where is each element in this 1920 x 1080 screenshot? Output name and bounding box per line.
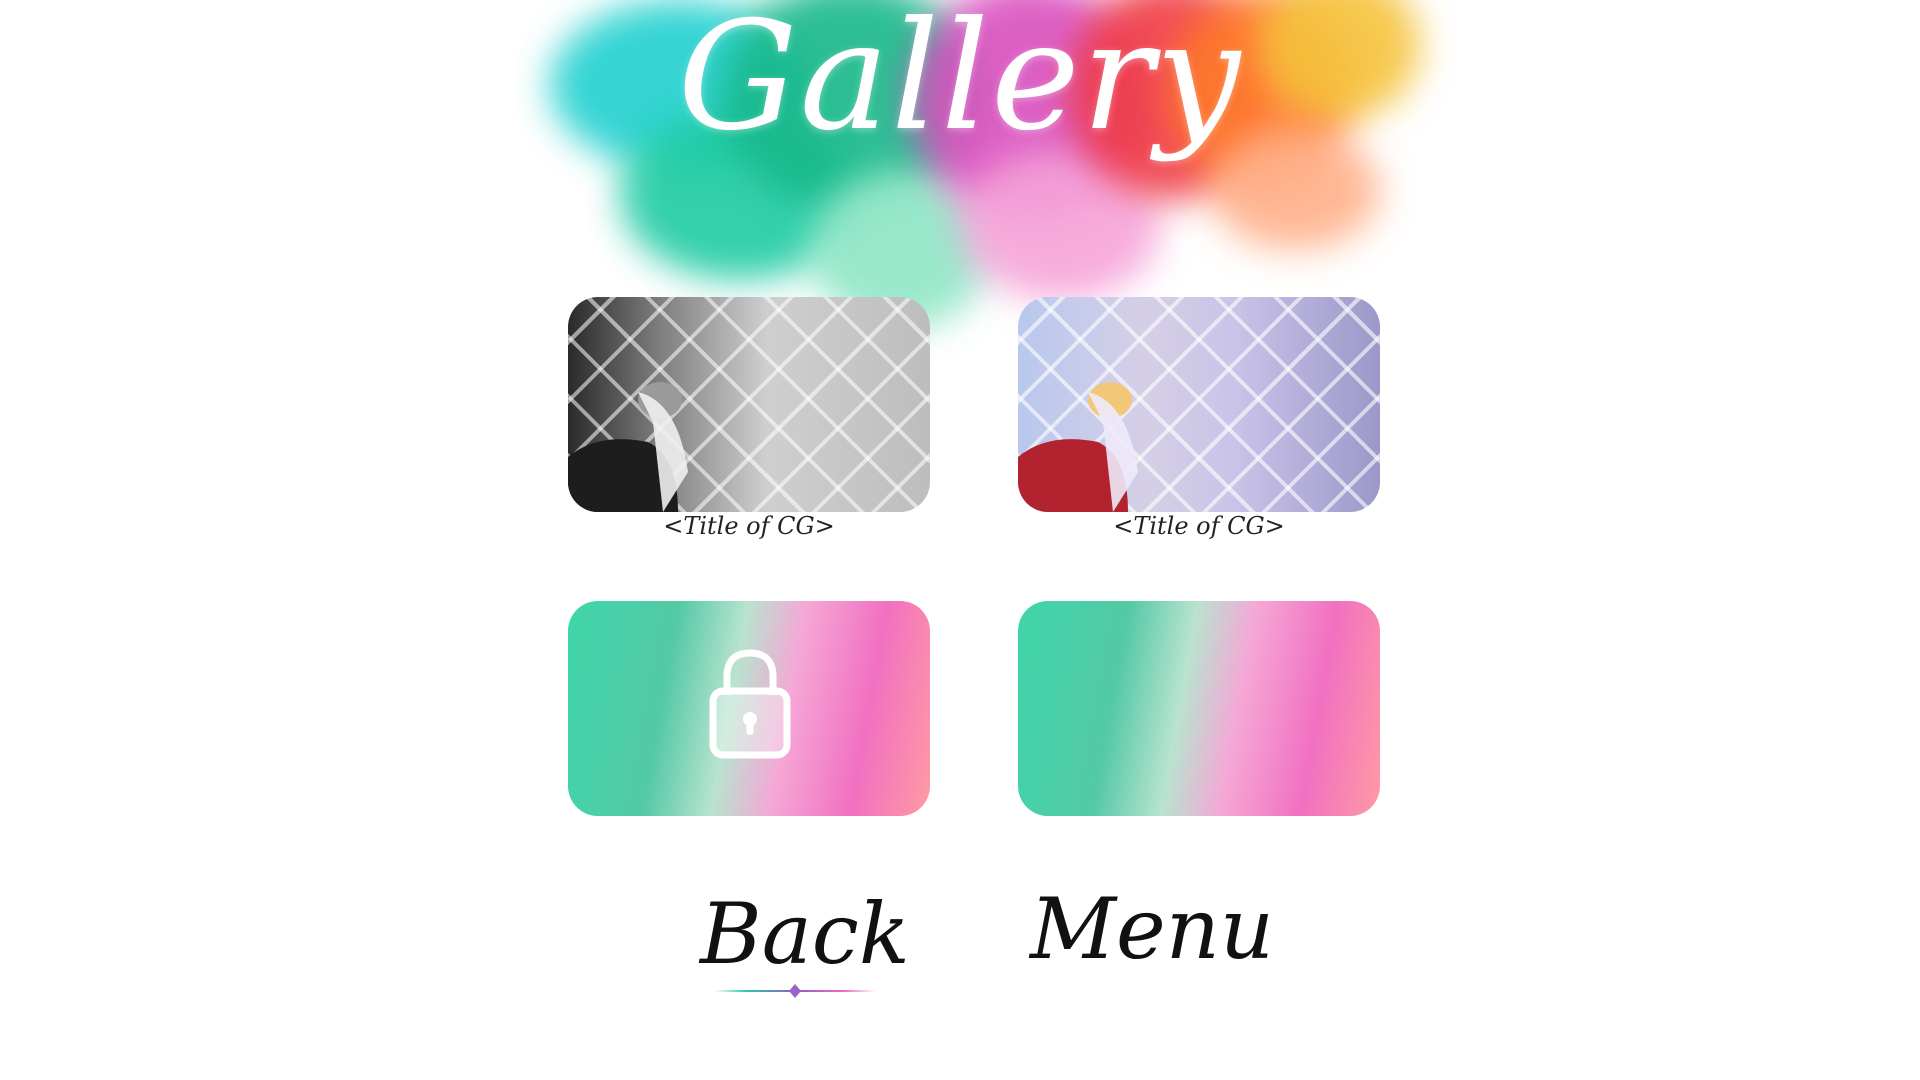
back-button[interactable]: Back [700,885,910,983]
cg-thumbnail-1 [568,382,688,512]
gallery-item-2[interactable] [1018,297,1380,512]
lock-icon [709,649,791,759]
cg-thumbnail-2 [1018,382,1138,512]
gallery-item-locked[interactable] [568,601,930,816]
gallery-screen: Gallery <Title of CG> <Title of CG> Back [0,0,1920,1080]
diamond-underline-icon [714,984,876,998]
menu-button[interactable]: Menu [1030,880,1274,978]
cg-title-1: <Title of CG> [663,512,835,540]
screen-title: Gallery [677,0,1243,164]
cg-title-2: <Title of CG> [1113,512,1285,540]
gallery-item-1[interactable] [568,297,930,512]
gallery-item-empty[interactable] [1018,601,1380,816]
